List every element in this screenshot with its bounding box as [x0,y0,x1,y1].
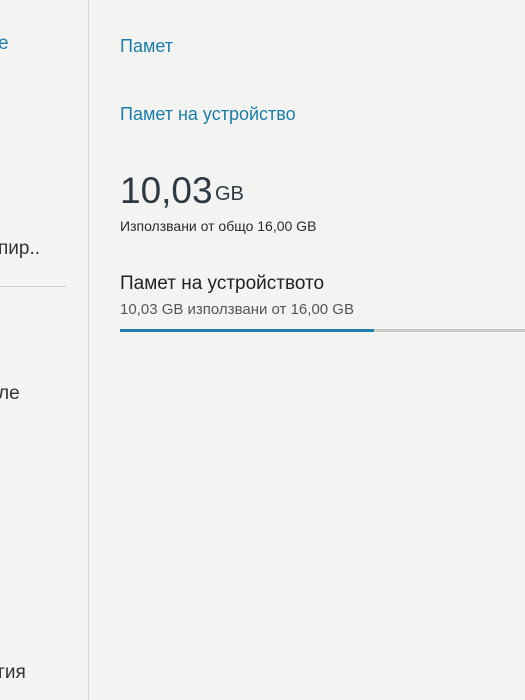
settings-list-item[interactable]: ле [0,383,20,405]
used-storage-value: 10,03 [120,170,213,211]
page-title: Памет [120,36,173,56]
section-header: Памет на устройство [120,104,296,124]
settings-list-item[interactable]: пир.. [0,238,40,260]
device-storage-summary: 10,03 GB използвани от 16,00 GB [120,301,354,318]
device-storage-item[interactable]: Памет на устройството 10,03 GB използван… [120,268,525,340]
list-divider [0,286,66,287]
settings-list-item[interactable]: гия [0,662,26,684]
used-storage-summary: Използвани от общо 16,00 GB [120,218,317,234]
used-storage-unit: GB [215,183,244,205]
storage-usage-bar [120,329,525,332]
settings-list-item[interactable]: е [0,33,9,55]
storage-usage-fill [120,329,374,332]
device-storage-title: Памет на устройството [120,273,325,294]
settings-list-pane: е пир.. ле гия [0,0,88,700]
storage-detail-pane: Памет Памет на устройство 10,03 GB Изпол… [89,0,525,700]
